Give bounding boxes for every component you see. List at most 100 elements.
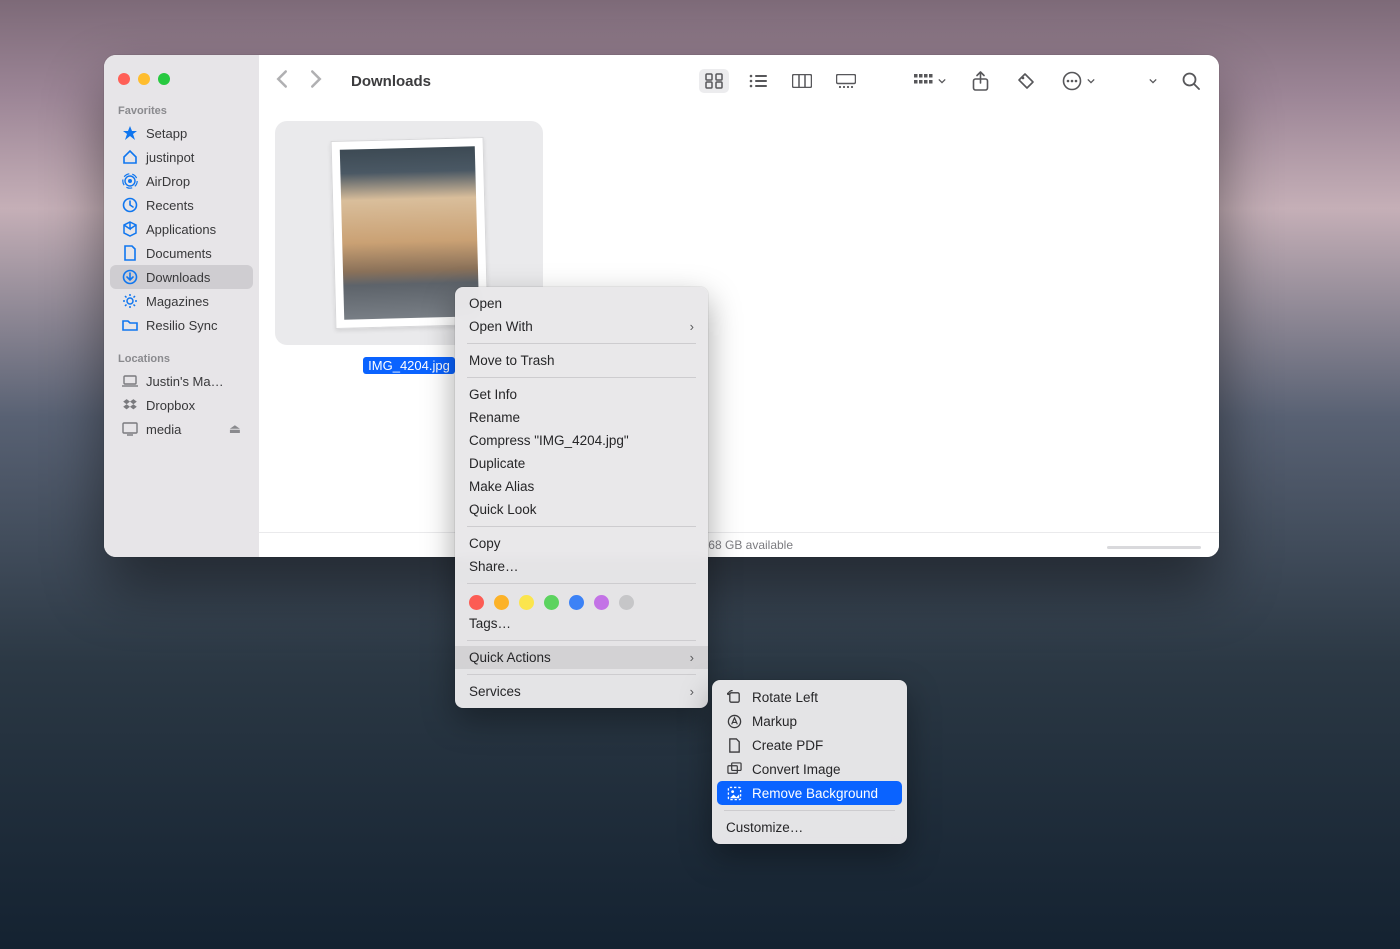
column-view-button[interactable]: [787, 69, 817, 93]
maximize-window-button[interactable]: [158, 73, 170, 85]
sidebar-item-airdrop[interactable]: AirDrop: [110, 169, 253, 193]
file-browser-content[interactable]: IMG_4204.jpg: [259, 107, 1219, 532]
tags-button[interactable]: [1014, 69, 1038, 93]
menu-item-open[interactable]: Open: [455, 292, 708, 315]
laptop-icon: [122, 373, 138, 389]
menu-separator: [467, 640, 696, 641]
context-menu: OpenOpen With›Move to TrashGet InfoRenam…: [455, 287, 708, 708]
finder-toolbar: Downloads: [259, 55, 1219, 107]
sidebar-locations-heading: Locations: [104, 347, 259, 369]
zoom-slider[interactable]: [1107, 539, 1207, 555]
sidebar-item-magazines[interactable]: Magazines: [110, 289, 253, 313]
dropdown-button[interactable]: [1117, 77, 1157, 85]
tag-color-dot[interactable]: [494, 595, 509, 610]
group-by-button[interactable]: [911, 69, 946, 93]
search-button[interactable]: [1179, 69, 1203, 93]
apps-icon: [122, 221, 138, 237]
menu-separator: [467, 343, 696, 344]
menu-item-label: Rename: [469, 410, 520, 425]
submenu-item-rotate-left[interactable]: Rotate Left: [712, 685, 907, 709]
menu-item-make-alias[interactable]: Make Alias: [455, 475, 708, 498]
menu-item-label: Tags…: [469, 616, 511, 631]
menu-item-tags[interactable]: Tags…: [455, 612, 708, 635]
window-traffic-lights: [104, 65, 259, 99]
menu-separator: [467, 377, 696, 378]
file-name-label[interactable]: IMG_4204.jpg: [363, 357, 455, 374]
menu-item-services[interactable]: Services›: [455, 680, 708, 703]
share-button[interactable]: [968, 69, 992, 93]
close-window-button[interactable]: [118, 73, 130, 85]
quick-actions-submenu: Rotate Left Markup Create PDF Convert Image…: [712, 680, 907, 844]
nav-forward-button[interactable]: [309, 69, 323, 94]
home-icon: [122, 149, 138, 165]
menu-item-label: Create PDF: [752, 738, 823, 753]
menu-item-label: Share…: [469, 559, 519, 574]
menu-item-compress-img-4204-jpg[interactable]: Compress "IMG_4204.jpg": [455, 429, 708, 452]
menu-separator: [467, 583, 696, 584]
menu-item-label: Quick Look: [469, 502, 537, 517]
menu-item-move-to-trash[interactable]: Move to Trash: [455, 349, 708, 372]
sidebar-item-downloads[interactable]: Downloads: [110, 265, 253, 289]
finder-main-area: Downloads: [259, 55, 1219, 557]
menu-item-get-info[interactable]: Get Info: [455, 383, 708, 406]
list-view-button[interactable]: [743, 69, 773, 93]
sidebar-item-label: Documents: [146, 246, 212, 261]
sidebar-item-resilio-sync[interactable]: Resilio Sync: [110, 313, 253, 337]
markup-icon: [726, 713, 742, 729]
convert-icon: [726, 761, 742, 777]
menu-item-duplicate[interactable]: Duplicate: [455, 452, 708, 475]
pdf-icon: [726, 737, 742, 753]
sidebar-item-documents[interactable]: Documents: [110, 241, 253, 265]
sidebar-item-justinpot[interactable]: justinpot: [110, 145, 253, 169]
menu-item-label: Open With: [469, 319, 533, 334]
eject-icon[interactable]: ⏏: [229, 421, 241, 437]
status-bar: , 27.68 GB available: [259, 532, 1219, 557]
sidebar-item-label: justinpot: [146, 150, 194, 165]
menu-item-open-with[interactable]: Open With›: [455, 315, 708, 338]
submenu-chevron-icon: ›: [690, 684, 694, 699]
submenu-item-remove-background[interactable]: Remove Background: [717, 781, 902, 805]
menu-item-label: Markup: [752, 714, 797, 729]
sidebar-item-label: Resilio Sync: [146, 318, 218, 333]
submenu-item-customize[interactable]: Customize…: [712, 816, 907, 839]
action-menu-button[interactable]: [1060, 69, 1095, 93]
submenu-chevron-icon: ›: [690, 650, 694, 665]
menu-item-quick-look[interactable]: Quick Look: [455, 498, 708, 521]
sidebar-item-justin-s-ma-[interactable]: Justin's Ma…: [110, 369, 253, 393]
rotate-icon: [726, 689, 742, 705]
sidebar-item-recents[interactable]: Recents: [110, 193, 253, 217]
tag-color-dot[interactable]: [569, 595, 584, 610]
menu-item-rename[interactable]: Rename: [455, 406, 708, 429]
sidebar-item-label: Applications: [146, 222, 216, 237]
menu-item-label: Remove Background: [752, 786, 878, 801]
tag-color-dot[interactable]: [619, 595, 634, 610]
submenu-item-markup[interactable]: Markup: [712, 709, 907, 733]
submenu-item-create-pdf[interactable]: Create PDF: [712, 733, 907, 757]
nav-back-button[interactable]: [275, 69, 289, 94]
gear-icon: [122, 293, 138, 309]
menu-item-share[interactable]: Share…: [455, 555, 708, 578]
tag-color-dot[interactable]: [594, 595, 609, 610]
sidebar-item-setapp[interactable]: Setapp: [110, 121, 253, 145]
menu-item-label: Duplicate: [469, 456, 525, 471]
menu-item-label: Customize…: [726, 820, 803, 835]
menu-separator: [467, 674, 696, 675]
icon-view-button[interactable]: [699, 69, 729, 93]
setapp-icon: [122, 125, 138, 141]
menu-item-quick-actions[interactable]: Quick Actions›: [455, 646, 708, 669]
finder-sidebar: Favorites SetappjustinpotAirDropRecentsA…: [104, 55, 259, 557]
gallery-view-button[interactable]: [831, 69, 861, 93]
clock-icon: [122, 197, 138, 213]
sidebar-item-media[interactable]: media⏏: [110, 417, 253, 441]
menu-item-copy[interactable]: Copy: [455, 532, 708, 555]
submenu-item-convert-image[interactable]: Convert Image: [712, 757, 907, 781]
sidebar-item-label: Downloads: [146, 270, 210, 285]
tag-color-dot[interactable]: [519, 595, 534, 610]
display-icon: [122, 421, 138, 437]
sidebar-item-applications[interactable]: Applications: [110, 217, 253, 241]
sidebar-item-dropbox[interactable]: Dropbox: [110, 393, 253, 417]
minimize-window-button[interactable]: [138, 73, 150, 85]
sidebar-item-label: Dropbox: [146, 398, 195, 413]
tag-color-dot[interactable]: [469, 595, 484, 610]
tag-color-dot[interactable]: [544, 595, 559, 610]
